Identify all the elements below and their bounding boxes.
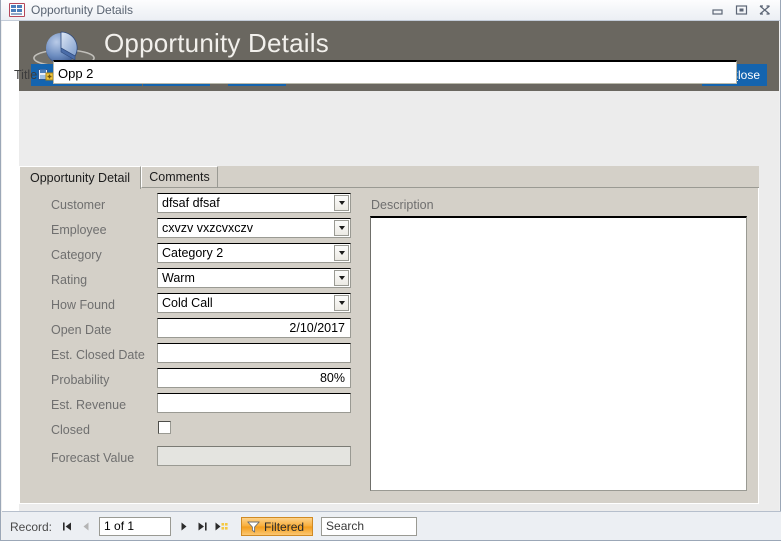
closed-label: Closed xyxy=(51,423,90,437)
category-combo-value: Category 2 xyxy=(162,246,224,260)
save-new-icon xyxy=(38,69,54,81)
how-found-label: How Found xyxy=(51,298,115,312)
rating-combo-value: Warm xyxy=(162,271,195,285)
category-combo[interactable]: Category 2 xyxy=(157,243,351,263)
employee-combo[interactable]: cxvzv vxzcvxczv xyxy=(157,218,351,238)
search-input[interactable]: Search xyxy=(321,517,418,536)
first-record-icon[interactable] xyxy=(58,518,77,536)
tab-strip-filler xyxy=(218,166,759,188)
est-revenue-input[interactable] xyxy=(157,393,351,413)
previous-record-icon xyxy=(77,518,96,536)
window-titlebar: Opportunity Details xyxy=(1,0,780,21)
probability-input[interactable]: 80% xyxy=(157,368,351,388)
open-date-label: Open Date xyxy=(51,323,112,337)
restore-icon[interactable] xyxy=(730,2,752,18)
title-input[interactable]: Opp 2 xyxy=(53,60,737,84)
chevron-down-icon[interactable] xyxy=(334,295,349,311)
rating-label: Rating xyxy=(51,273,88,287)
forecast-value-label: Forecast Value xyxy=(51,451,135,465)
tab-page-opportunity-detail: Customer dfsaf dfsaf Employee cxvzv vxzc… xyxy=(19,188,759,504)
employee-label: Employee xyxy=(51,223,107,237)
how-found-combo[interactable]: Cold Call xyxy=(157,293,351,313)
page-title: Opportunity Details xyxy=(104,28,329,58)
opportunity-details-window: Opportunity Details Opportunity Details … xyxy=(0,0,781,541)
closed-checkbox[interactable] xyxy=(158,421,171,434)
chevron-down-icon[interactable] xyxy=(334,270,349,286)
title-field-label: Title xyxy=(14,68,38,82)
forecast-value-display xyxy=(157,446,351,466)
description-input[interactable] xyxy=(370,216,747,491)
tab-strip: Comments Opportunity Detail xyxy=(19,166,759,189)
close-icon[interactable] xyxy=(754,2,776,18)
open-date-input[interactable]: 2/10/2017 xyxy=(157,318,351,338)
chevron-down-icon[interactable] xyxy=(334,245,349,261)
customer-label: Customer xyxy=(51,198,106,212)
record-navigator: Record: 1 of 1 Filtered Search xyxy=(2,511,781,540)
next-record-icon[interactable] xyxy=(174,518,193,536)
est-closed-date-label: Est. Closed Date xyxy=(51,348,145,362)
form-canvas: Opportunity Details Save and New E-ma xyxy=(2,21,779,511)
new-record-icon[interactable] xyxy=(212,518,231,536)
probability-label: Probability xyxy=(51,373,110,387)
access-form-icon xyxy=(9,3,25,17)
last-record-icon[interactable] xyxy=(193,518,212,536)
tab-comments[interactable]: Comments xyxy=(141,166,218,188)
window-title: Opportunity Details xyxy=(31,3,134,17)
est-closed-date-input[interactable] xyxy=(157,343,351,363)
window-controls xyxy=(706,2,776,18)
tab-comments-label: Comments xyxy=(149,170,210,184)
tab-opportunity-detail[interactable]: Opportunity Detail xyxy=(19,166,141,189)
tab-control: Comments Opportunity Detail Customer dfs… xyxy=(19,166,759,504)
record-position-input[interactable]: 1 of 1 xyxy=(99,517,172,536)
rating-combo[interactable]: Warm xyxy=(157,268,351,288)
description-label: Description xyxy=(371,198,434,212)
filtered-button[interactable]: Filtered xyxy=(241,517,314,536)
est-revenue-label: Est. Revenue xyxy=(51,398,127,412)
minimize-icon[interactable] xyxy=(706,2,728,18)
filtered-button-label: Filtered xyxy=(264,519,305,534)
how-found-combo-value: Cold Call xyxy=(162,296,213,310)
customer-combo[interactable]: dfsaf dfsaf xyxy=(157,193,351,213)
customer-combo-value: dfsaf dfsaf xyxy=(162,196,220,210)
tab-opportunity-detail-label: Opportunity Detail xyxy=(29,171,131,185)
chevron-down-icon[interactable] xyxy=(334,220,349,236)
funnel-icon xyxy=(247,521,260,532)
employee-combo-value: cxvzv vxzcvxczv xyxy=(162,221,253,235)
chevron-down-icon[interactable] xyxy=(334,195,349,211)
record-navigator-label: Record: xyxy=(10,519,53,534)
category-label: Category xyxy=(51,248,102,262)
